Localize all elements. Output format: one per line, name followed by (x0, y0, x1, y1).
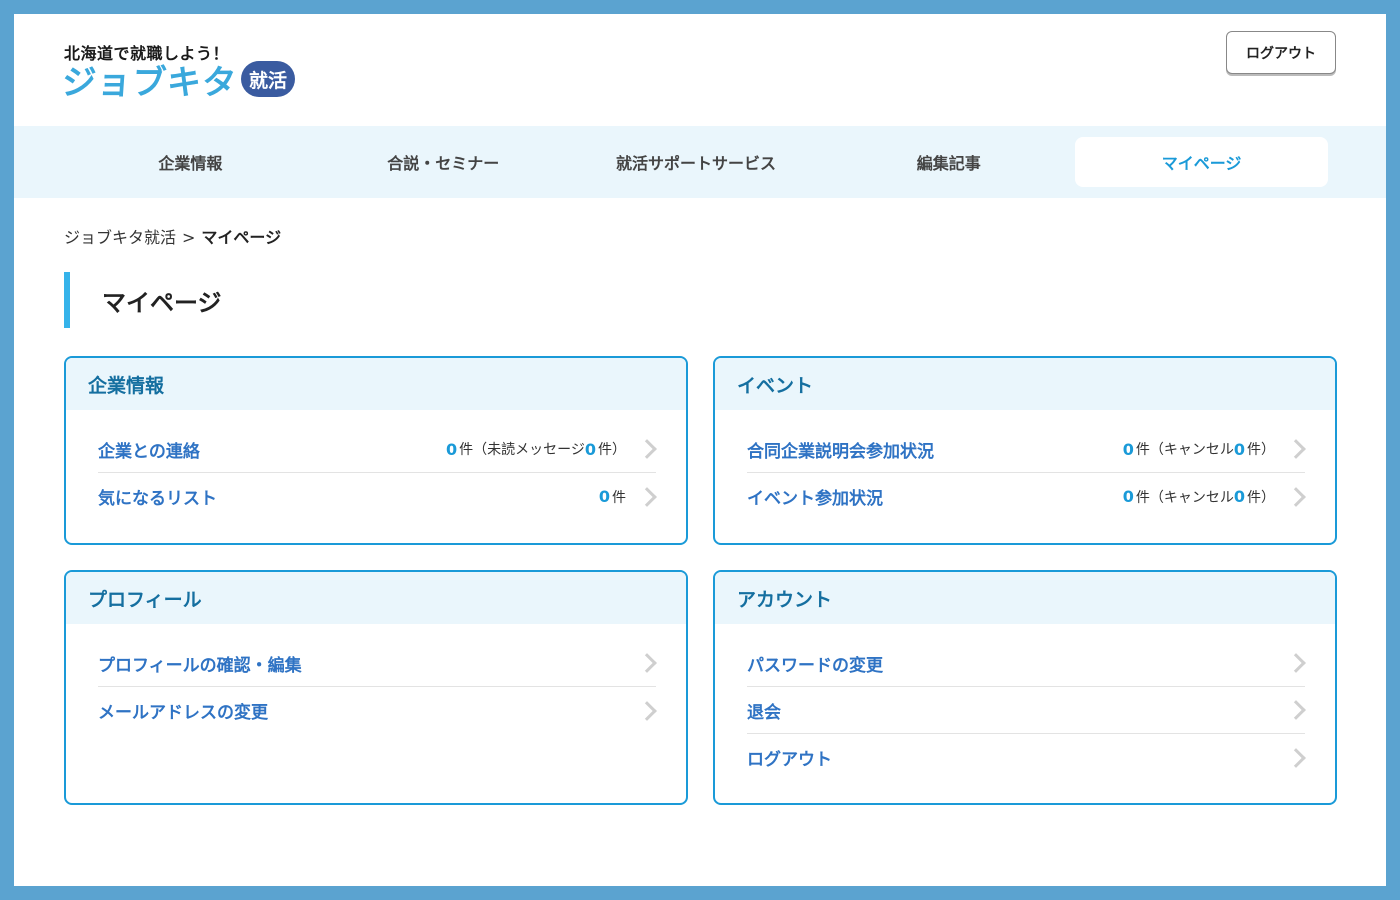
card-body: 企業との連絡 0 件（未読メッセージ 0 件） 気になるリスト 0件 (66, 410, 686, 520)
site-logo[interactable]: ジョブキタ 就活 (60, 61, 295, 104)
card-event: イベント 合同企業説明会参加状況 0 件（キャンセル 0 件） イベント参加状況 0件… (713, 356, 1337, 545)
count-paren-open: （キャンセル (1149, 442, 1234, 458)
row-label: イベント参加状況 (747, 489, 883, 509)
nav-item-company-info[interactable]: 企業情報 (64, 137, 317, 187)
count-unit: 件 (1135, 489, 1150, 506)
card-body: 合同企業説明会参加状況 0 件（キャンセル 0 件） イベント参加状況 0 件（キャンセ… (715, 410, 1335, 520)
row-label: 退会 (747, 702, 781, 723)
unread-count-value: 0 (584, 439, 596, 459)
breadcrumb: ジョブキタ就活 > マイページ (64, 224, 281, 248)
chevron-right-icon (637, 653, 657, 673)
row-count: 0 件（未読メッセージ 0 件） (446, 439, 656, 459)
cancel-count-value: 0 (1233, 439, 1245, 459)
count-paren-close: 件） (1247, 489, 1275, 506)
count-value: 0 (598, 487, 610, 506)
card-profile: プロフィール プロフィールの確認・編集 メールアドレスの変更 (64, 570, 688, 805)
list-item-favorites[interactable]: 気になるリスト 0件 (98, 473, 657, 520)
logout-button[interactable]: ログアウト (1226, 31, 1336, 74)
site-header: 北海道で就職しよう！ ジョブキタ 就活 ログアウト (14, 14, 1386, 126)
card-account: アカウント パスワードの変更 退会 ログアウト (713, 570, 1337, 805)
site-tagline: 北海道で就職しよう！ (64, 44, 230, 63)
row-count: 0 件（キャンセル 0 件） (1123, 487, 1305, 507)
count-paren-open: （キャンセル (1149, 489, 1234, 506)
row-label: プロフィールの確認・編集 (98, 655, 302, 676)
breadcrumb-home[interactable]: ジョブキタ就活 (64, 228, 176, 247)
page-frame: 北海道で就職しよう！ ジョブキタ 就活 ログアウト 企業情報 合説・セミナー 就… (14, 14, 1386, 886)
card-title: プロフィール (66, 572, 686, 624)
list-item-password-change[interactable]: パスワードの変更 (747, 640, 1306, 687)
list-item-email-change[interactable]: メールアドレスの変更 (98, 687, 657, 734)
card-title: イベント (715, 358, 1335, 410)
count-value: 0 (445, 439, 458, 459)
list-item-logout[interactable]: ログアウト (747, 734, 1306, 781)
count-unit: 件 (1135, 442, 1150, 458)
row-label: 気になるリスト (98, 489, 217, 509)
nav-item-support[interactable]: 就活サポートサービス (570, 137, 823, 187)
row-count: 0 件（キャンセル 0 件） (1123, 439, 1305, 459)
chevron-right-icon (637, 700, 657, 721)
count-unit: 件 (612, 489, 626, 506)
list-item-withdraw[interactable]: 退会 (747, 687, 1306, 734)
logo-text: ジョブキタ (60, 63, 239, 103)
row-label: メールアドレスの変更 (98, 703, 268, 723)
nav-item-mypage[interactable]: マイページ (1075, 137, 1328, 187)
page-title-block: マイページ (64, 272, 222, 328)
card-company-info: 企業情報 企業との連絡 0 件（未読メッセージ 0 件） 気になるリスト 0件 (64, 356, 688, 545)
count-paren-close: 件） (1247, 442, 1275, 458)
card-title: アカウント (715, 572, 1335, 624)
count-value: 0 (1122, 439, 1134, 459)
chevron-right-icon (1286, 700, 1306, 720)
row-label: 合同企業説明会参加状況 (747, 441, 934, 462)
logo-badge: 就活 (241, 61, 295, 97)
count-paren-open: （未読メッセージ (473, 442, 585, 458)
card-body: プロフィールの確認・編集 メールアドレスの変更 (66, 624, 686, 734)
list-item-profile-edit[interactable]: プロフィールの確認・編集 (98, 640, 657, 687)
nav-item-articles[interactable]: 編集記事 (822, 137, 1075, 187)
card-body: パスワードの変更 退会 ログアウト (715, 624, 1335, 781)
row-label: 企業との連絡 (98, 441, 200, 462)
nav-item-seminar[interactable]: 合説・セミナー (317, 137, 570, 187)
count-unit: 件 (459, 442, 474, 458)
cancel-count-value: 0 (1233, 487, 1245, 506)
chevron-right-icon (1286, 653, 1306, 673)
row-label: ログアウト (747, 750, 832, 770)
card-title: 企業情報 (66, 358, 686, 410)
count-value: 0 (1122, 487, 1134, 506)
list-item-event-status[interactable]: イベント参加状況 0 件（キャンセル 0 件） (747, 473, 1306, 520)
breadcrumb-current: マイページ (201, 228, 282, 247)
breadcrumb-separator: > (182, 228, 196, 247)
list-item-joint-seminar-status[interactable]: 合同企業説明会参加状況 0 件（キャンセル 0 件） (747, 426, 1306, 473)
list-item-company-contact[interactable]: 企業との連絡 0 件（未読メッセージ 0 件） (98, 426, 657, 473)
global-nav: 企業情報 合説・セミナー 就活サポートサービス 編集記事 マイページ (14, 126, 1386, 198)
count-paren-close: 件） (598, 442, 626, 458)
chevron-right-icon (1286, 747, 1306, 768)
page-title: マイページ (102, 288, 222, 317)
row-label: パスワードの変更 (747, 655, 883, 676)
